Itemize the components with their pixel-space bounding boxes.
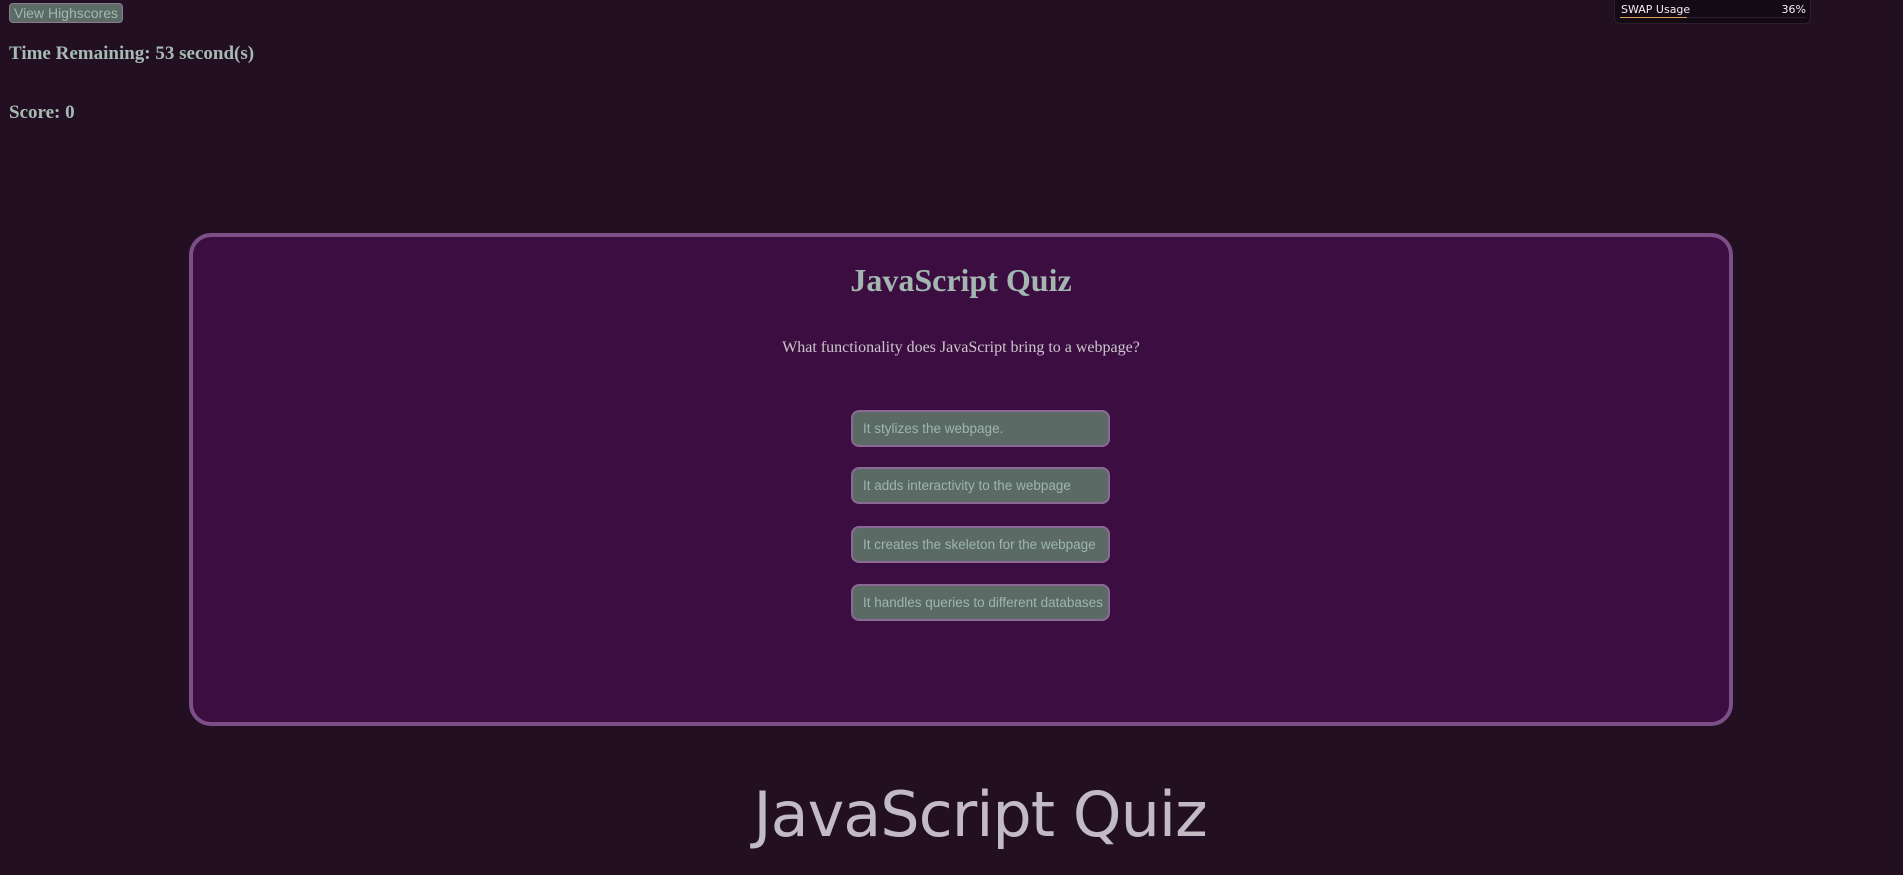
swap-usage-widget: SWAP Usage 36% — [1614, 0, 1811, 24]
time-remaining: Time Remaining: 53 second(s) — [9, 43, 255, 64]
answer-button-4[interactable]: It handles queries to different database… — [851, 584, 1110, 621]
question-text: What functionality does JavaScript bring… — [782, 339, 1140, 356]
footer-title: JavaScript Quiz — [753, 778, 1207, 851]
answer-button-3[interactable]: It creates the skeleton for the webpage — [851, 526, 1110, 563]
answer-button-2[interactable]: It adds interactivity to the webpage — [851, 467, 1110, 504]
answer-button-1[interactable]: It stylizes the webpage. — [851, 410, 1110, 447]
score: Score: 0 — [9, 102, 75, 123]
swap-usage-bar — [1620, 17, 1806, 18]
swap-usage-fill — [1620, 17, 1687, 18]
view-highscores-button[interactable]: View Highscores — [9, 3, 123, 23]
swap-usage-value: 36% — [1781, 3, 1806, 16]
swap-usage-label: SWAP Usage — [1621, 3, 1691, 16]
quiz-card: JavaScript Quiz What functionality does … — [189, 233, 1733, 726]
quiz-title: JavaScript Quiz — [850, 262, 1072, 298]
